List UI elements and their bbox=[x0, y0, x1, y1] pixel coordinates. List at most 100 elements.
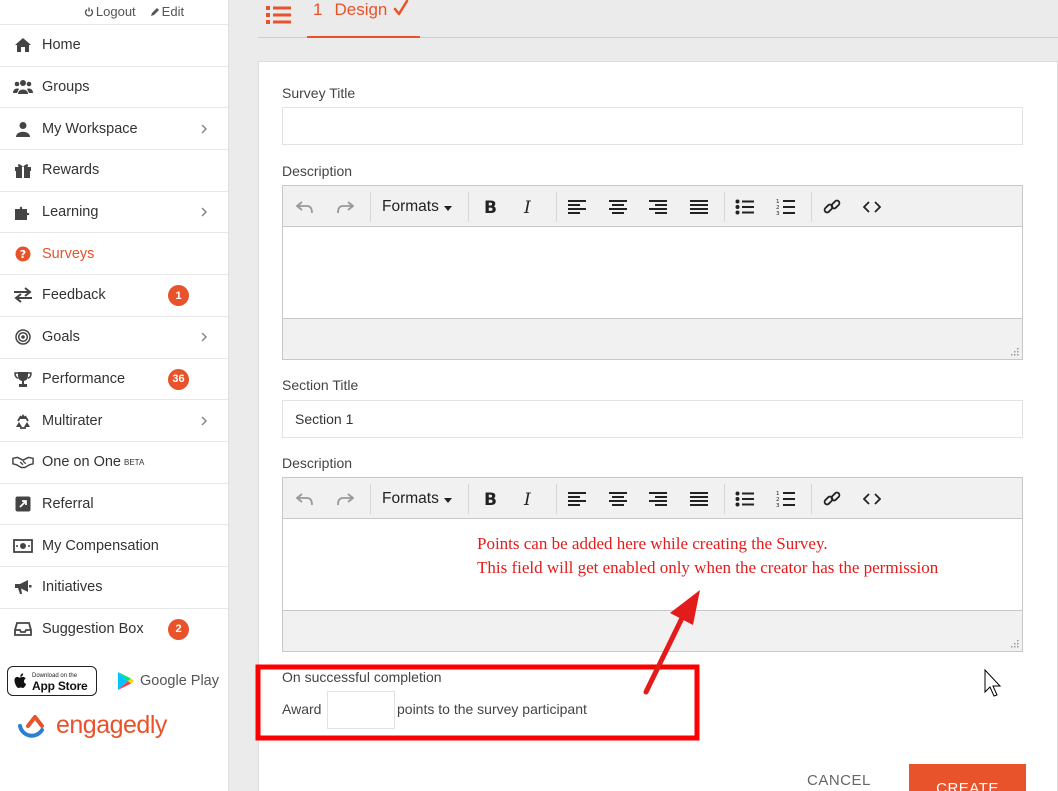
sidebar-item-rewards[interactable]: Rewards bbox=[0, 149, 228, 191]
formats-dropdown[interactable]: Formats bbox=[382, 488, 457, 510]
resize-grip-icon[interactable] bbox=[1009, 346, 1019, 356]
align-right-icon[interactable] bbox=[648, 196, 668, 218]
sidebar-item-performance[interactable]: Performance 36 bbox=[0, 357, 228, 400]
sidebar-item-label: Rewards bbox=[42, 162, 100, 179]
numbered-list-icon[interactable]: 123 bbox=[776, 196, 796, 218]
undo-icon[interactable] bbox=[296, 196, 314, 218]
power-icon bbox=[84, 7, 94, 17]
edit-link[interactable]: Edit bbox=[150, 0, 184, 24]
sidebar-item-label: Learning bbox=[42, 204, 99, 221]
sidebar-item-label: Groups bbox=[42, 79, 90, 96]
sidebar-item-my-workspace[interactable]: My Workspace bbox=[0, 107, 228, 149]
numbered-list-icon[interactable]: 123 bbox=[776, 488, 796, 510]
align-right-icon[interactable] bbox=[648, 488, 668, 510]
align-justify-icon[interactable] bbox=[689, 488, 709, 510]
formats-label: Formats bbox=[382, 198, 439, 215]
formats-dropdown[interactable]: Formats bbox=[382, 196, 457, 218]
chevron-right-icon bbox=[200, 415, 208, 430]
app-store-badge[interactable]: Download on the App Store bbox=[7, 666, 97, 696]
sidebar-item-label: Performance bbox=[42, 370, 126, 387]
nav-list: Home Groups My Workspace Rewards Learning? Su… bbox=[0, 24, 228, 649]
logout-link[interactable]: Logout bbox=[84, 0, 136, 24]
create-button[interactable]: CREATE bbox=[909, 764, 1026, 791]
sidebar-item-surveys[interactable]: ? Surveys bbox=[0, 232, 228, 274]
toolbar-divider bbox=[556, 192, 557, 222]
bullet-list-icon[interactable] bbox=[735, 488, 755, 510]
survey-title-input[interactable] bbox=[282, 107, 1023, 145]
source-code-icon[interactable] bbox=[863, 488, 881, 510]
sidebar-item-groups[interactable]: Groups bbox=[0, 65, 228, 108]
sidebar-item-my-compensation[interactable]: My Compensation bbox=[0, 524, 228, 566]
svg-text:?: ? bbox=[20, 248, 26, 261]
sidebar-item-label: Home bbox=[42, 37, 81, 54]
redo-icon[interactable] bbox=[336, 488, 354, 510]
svg-text:3: 3 bbox=[776, 211, 780, 216]
svg-text:B: B bbox=[484, 491, 497, 507]
wizard-tabs: 1 Design bbox=[258, 0, 1058, 38]
editor-statusbar bbox=[283, 318, 1022, 359]
sidebar-item-goals[interactable]: Goals bbox=[0, 315, 228, 358]
redo-icon[interactable] bbox=[336, 196, 354, 218]
sidebar-item-home[interactable]: Home bbox=[0, 24, 228, 66]
sidebar: Logout Edit Home Groups My Workspace Reward… bbox=[0, 0, 229, 791]
toolbar-divider bbox=[468, 192, 469, 222]
italic-icon[interactable]: I bbox=[521, 488, 539, 510]
google-play-badge[interactable]: Google Play bbox=[117, 671, 219, 691]
sidebar-item-label: Surveys bbox=[42, 245, 95, 262]
source-code-icon[interactable] bbox=[863, 196, 881, 218]
points-input[interactable] bbox=[327, 691, 395, 729]
chevron-right-icon bbox=[200, 206, 208, 221]
exchange-icon bbox=[12, 286, 34, 304]
bullet-list-icon[interactable] bbox=[735, 196, 755, 218]
caret-down-icon bbox=[443, 198, 452, 216]
bold-icon[interactable]: B bbox=[481, 488, 499, 510]
sidebar-item-feedback[interactable]: Feedback 1 bbox=[0, 274, 228, 316]
sidebar-item-referral[interactable]: Referral bbox=[0, 482, 228, 525]
link-icon[interactable] bbox=[822, 196, 842, 218]
section-title-input[interactable]: Section 1 bbox=[282, 400, 1023, 438]
puzzle-icon bbox=[12, 203, 34, 221]
editor-content-area[interactable] bbox=[283, 227, 1022, 318]
sidebar-item-label: Suggestion Box bbox=[42, 620, 144, 637]
tab-design[interactable]: 1 Design bbox=[307, 0, 420, 38]
sidebar-item-label: My Workspace bbox=[42, 120, 138, 137]
undo-icon[interactable] bbox=[296, 488, 314, 510]
completion-label: On successful completion bbox=[282, 669, 442, 685]
section-title-label: Section Title bbox=[282, 377, 359, 393]
annotation-note: Points can be added here while creating … bbox=[477, 534, 939, 577]
align-left-icon[interactable] bbox=[567, 488, 587, 510]
survey-form: Survey Title Description Formats B I 1 2 3 Se… bbox=[258, 61, 1058, 791]
sidebar-item-suggestion-box[interactable]: Suggestion Box 2 bbox=[0, 607, 228, 650]
align-left-icon[interactable] bbox=[567, 196, 587, 218]
align-center-icon[interactable] bbox=[608, 488, 628, 510]
description-editor: Formats B I 1 2 3 bbox=[282, 185, 1023, 360]
sidebar-item-label: Multirater bbox=[42, 412, 103, 429]
align-center-icon[interactable] bbox=[608, 196, 628, 218]
sidebar-item-label: Feedback bbox=[42, 287, 106, 304]
sidebar-item-multirater[interactable]: Multirater bbox=[0, 399, 228, 441]
sidebar-item-one-on-one[interactable]: One on One BETA bbox=[0, 440, 228, 483]
user-icon bbox=[12, 120, 34, 138]
link-icon[interactable] bbox=[822, 488, 842, 510]
chevron-right-icon bbox=[200, 123, 208, 138]
cancel-button[interactable]: CANCEL bbox=[807, 772, 871, 789]
toolbar-divider bbox=[811, 484, 812, 514]
toolbar-divider bbox=[370, 484, 371, 514]
svg-text:3: 3 bbox=[776, 503, 780, 508]
resize-grip-icon[interactable] bbox=[1009, 638, 1019, 648]
italic-icon[interactable]: I bbox=[521, 196, 539, 218]
survey-title-label: Survey Title bbox=[282, 85, 356, 101]
toolbar-divider bbox=[468, 484, 469, 514]
editor-statusbar bbox=[283, 610, 1022, 651]
align-justify-icon[interactable] bbox=[689, 196, 709, 218]
bold-icon[interactable]: B bbox=[481, 196, 499, 218]
description-label: Description bbox=[282, 163, 353, 179]
toolbar-divider bbox=[724, 484, 725, 514]
home-icon bbox=[12, 36, 34, 54]
award-suffix: points to the survey participant bbox=[397, 701, 587, 717]
sidebar-item-initiatives[interactable]: Initiatives bbox=[0, 565, 228, 608]
list-icon[interactable] bbox=[266, 4, 292, 26]
sidebar-item-learning[interactable]: Learning bbox=[0, 190, 228, 233]
question-icon: ? bbox=[12, 245, 34, 263]
sidebar-item-label: My Compensation bbox=[42, 537, 159, 554]
